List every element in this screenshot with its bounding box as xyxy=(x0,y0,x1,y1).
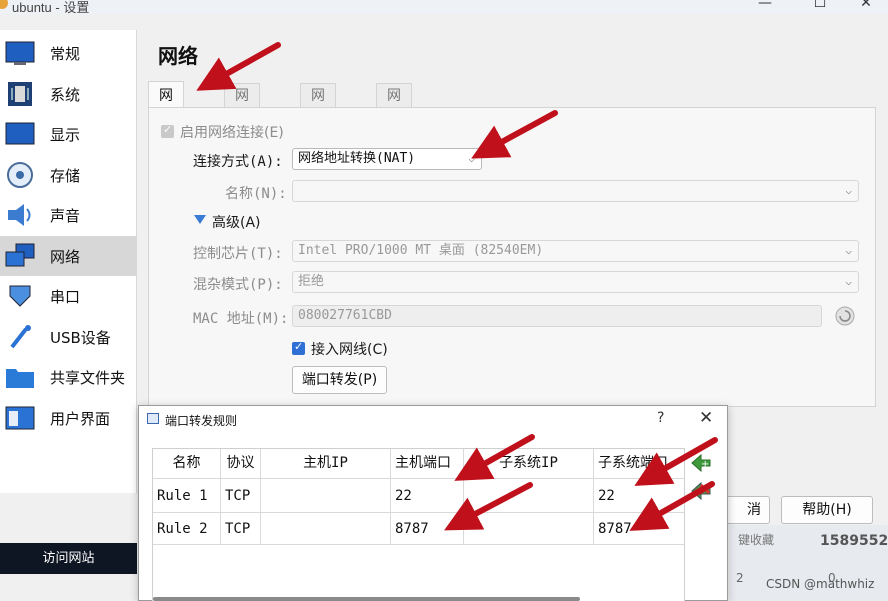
annotation-arrow-host-port xyxy=(444,482,533,531)
annotation-arrow-tab xyxy=(196,42,281,91)
annotation-arrows xyxy=(196,42,718,531)
annotation-arrow-host-port-header xyxy=(454,434,535,481)
annotation-arrow-guest-port xyxy=(629,481,715,531)
annotation-arrow-guest-port-header xyxy=(634,437,718,486)
annotation-arrow-nat xyxy=(471,110,558,159)
